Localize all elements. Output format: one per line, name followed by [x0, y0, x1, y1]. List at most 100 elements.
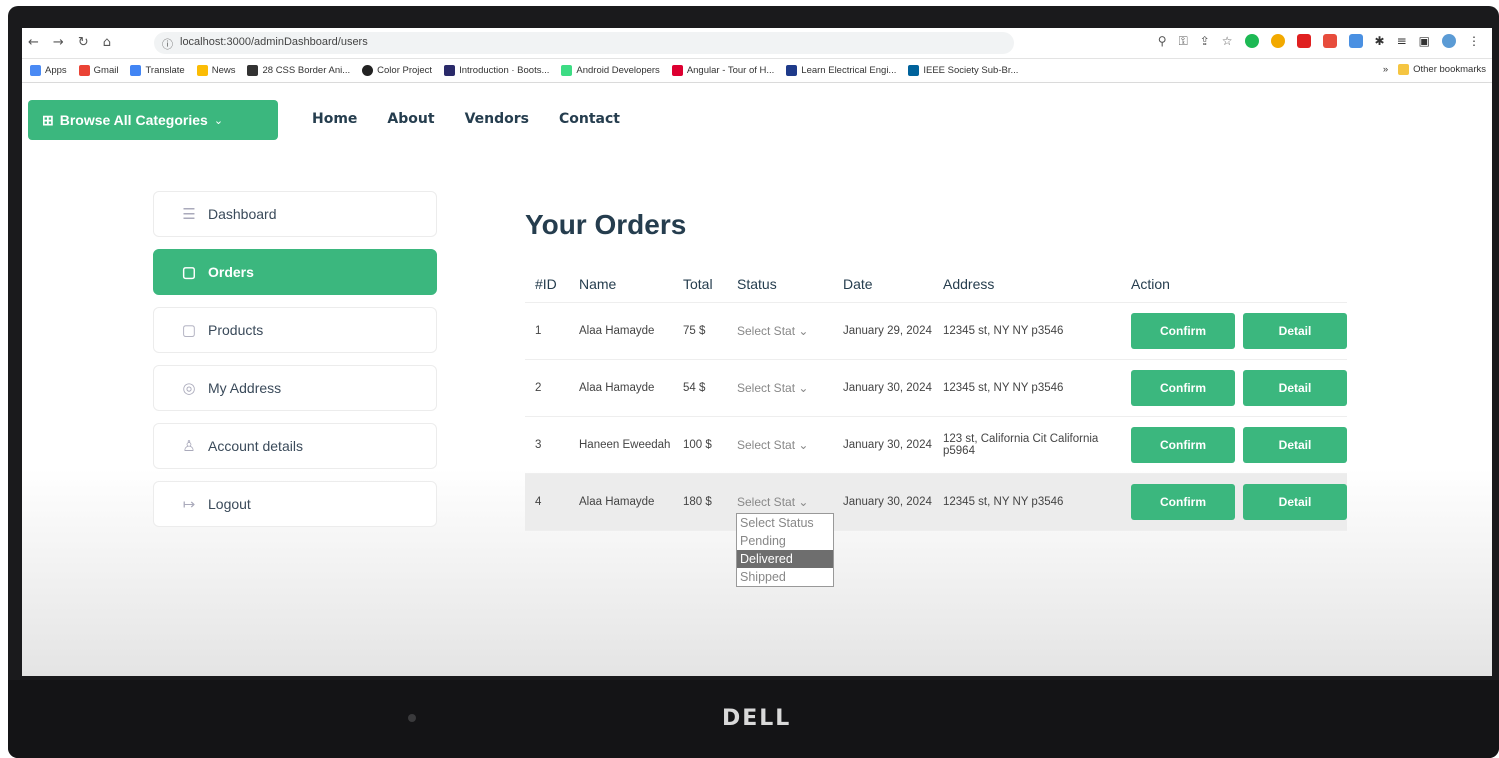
status-dropdown-list: Select Status Pending Delivered Shipped: [736, 513, 834, 587]
order-id: 4: [525, 473, 569, 531]
sliders-icon: ☰: [182, 206, 196, 223]
extension-icon[interactable]: [1322, 34, 1337, 48]
order-actions: Confirm Detail: [1121, 359, 1347, 417]
key-icon[interactable]: ⚿: [1179, 34, 1188, 49]
sidebar-item-account-details[interactable]: ♙ Account details: [153, 423, 437, 469]
page-title: Your Orders: [525, 209, 687, 240]
url-text: localhost:3000/adminDashboard/users: [180, 36, 368, 48]
bookmark-ieee[interactable]: IEEE Society Sub-Br...: [908, 65, 1018, 76]
apps-grid-icon: [30, 65, 41, 76]
order-address: 12345 st, NY NY p3546: [933, 302, 1121, 360]
bookmark-gmail[interactable]: Gmail: [78, 65, 118, 76]
status-option[interactable]: Shipped: [737, 568, 833, 586]
extension-icon[interactable]: [1348, 34, 1363, 48]
order-name: Alaa Hamayde: [569, 302, 673, 360]
bookmarks-overflow-button[interactable]: »: [1383, 64, 1388, 75]
order-address: 12345 st, NY NY p3546: [933, 473, 1121, 531]
detail-button[interactable]: Detail: [1243, 369, 1347, 406]
order-total: 100 $: [673, 416, 727, 474]
confirm-button[interactable]: Confirm: [1131, 426, 1235, 463]
order-date: January 30, 2024: [833, 473, 933, 531]
reload-icon[interactable]: ↻: [78, 35, 89, 50]
bookmark-angular[interactable]: Angular - Tour of H...: [671, 65, 774, 76]
chevron-down-icon: ⌄: [795, 437, 809, 452]
chevron-down-icon: ⌄: [213, 114, 224, 127]
column-header-id: #ID: [525, 266, 569, 303]
sidebar-item-products[interactable]: ▢ Products: [153, 307, 437, 353]
status-select[interactable]: Select Stat ⌄: [727, 359, 833, 417]
table-row: 4 Alaa Hamayde 180 $ Select Stat ⌄ Janua…: [525, 473, 1347, 531]
news-icon: [196, 65, 208, 76]
playlist-icon[interactable]: ≡: [1397, 34, 1407, 49]
sidebar-item-logout[interactable]: ↦ Logout: [153, 481, 437, 527]
extension-icon[interactable]: [1270, 34, 1285, 48]
other-bookmarks[interactable]: Other bookmarks: [1398, 64, 1486, 75]
sidebar-item-orders[interactable]: ▢ Orders: [153, 249, 437, 295]
table-row: 3 Haneen Eweedah 100 $ Select Stat ⌄ Jan…: [525, 416, 1347, 474]
bezel-dot: [408, 714, 416, 722]
sidebar-item-my-address[interactable]: ◎ My Address: [153, 365, 437, 411]
bookmark-color-project[interactable]: Color Project: [362, 65, 432, 76]
bookmark-translate[interactable]: Translate: [130, 65, 185, 76]
status-select[interactable]: Select Stat ⌄: [727, 416, 833, 474]
column-header-status: Status: [727, 266, 833, 303]
back-icon[interactable]: ←: [28, 35, 39, 50]
extension-icon[interactable]: [1296, 34, 1311, 48]
puzzle-icon[interactable]: ✱: [1375, 34, 1385, 49]
detail-button[interactable]: Detail: [1243, 312, 1347, 349]
address-bar[interactable]: ⓘ localhost:3000/adminDashboard/users: [154, 32, 1014, 54]
bookmark-electrical[interactable]: Learn Electrical Engi...: [786, 65, 896, 76]
monitor-logo: DELL: [722, 706, 792, 731]
table-header-row: #ID Name Total Status Date Address Actio…: [525, 266, 1347, 303]
chevron-down-icon: ⌄: [795, 494, 809, 509]
bookmark-news[interactable]: News: [196, 65, 235, 76]
bookmark-bootstrap[interactable]: Introduction · Boots...: [444, 65, 549, 76]
star-icon[interactable]: ☆: [1222, 34, 1233, 49]
bookmark-css-border[interactable]: 28 CSS Border Ani...: [247, 65, 350, 76]
confirm-button[interactable]: Confirm: [1131, 483, 1235, 520]
bookmark-icon: [786, 65, 798, 76]
orders-table: #ID Name Total Status Date Address Actio…: [525, 266, 1347, 531]
status-option[interactable]: Select Status: [737, 514, 833, 532]
order-actions: Confirm Detail: [1121, 416, 1347, 474]
nav-contact[interactable]: Contact: [559, 111, 620, 127]
confirm-button[interactable]: Confirm: [1131, 312, 1235, 349]
profile-avatar[interactable]: [1442, 34, 1456, 48]
home-icon[interactable]: ⌂: [103, 35, 111, 50]
confirm-button[interactable]: Confirm: [1131, 369, 1235, 406]
order-name: Haneen Eweedah: [569, 416, 673, 474]
location-icon[interactable]: ⚲: [1158, 34, 1167, 49]
angular-icon: [671, 65, 683, 76]
detail-button[interactable]: Detail: [1243, 426, 1347, 463]
status-option[interactable]: Pending: [737, 532, 833, 550]
forward-icon[interactable]: →: [53, 35, 64, 50]
bookmark-apps[interactable]: Apps: [30, 65, 67, 76]
column-header-address: Address: [933, 266, 1121, 303]
bookmark-android[interactable]: Android Developers: [561, 65, 660, 76]
nav-home[interactable]: Home: [312, 111, 357, 127]
column-header-total: Total: [673, 266, 727, 303]
info-icon[interactable]: ⓘ: [162, 36, 173, 52]
share-icon[interactable]: ⇪: [1200, 34, 1210, 49]
extensions-area: ⚲ ⚿ ⇪ ☆ ✱ ≡ ▣ ⋮: [1158, 34, 1480, 49]
order-address: 12345 st, NY NY p3546: [933, 359, 1121, 417]
main-nav: Home About Vendors Contact: [312, 111, 620, 127]
site-header: ⊞ Browse All Categories ⌄ Home About Ven…: [22, 83, 1492, 157]
extension-icon[interactable]: [1244, 34, 1259, 48]
nav-about[interactable]: About: [387, 111, 434, 127]
detail-button[interactable]: Detail: [1243, 483, 1347, 520]
nav-vendors[interactable]: Vendors: [465, 111, 529, 127]
order-id: 3: [525, 416, 569, 474]
sidebar-item-dashboard[interactable]: ☰ Dashboard: [153, 191, 437, 237]
menu-icon[interactable]: ⋮: [1468, 34, 1480, 49]
order-total: 54 $: [673, 359, 727, 417]
location-pin-icon: ◎: [182, 380, 196, 397]
column-header-action: Action: [1121, 266, 1347, 303]
browse-categories-button[interactable]: ⊞ Browse All Categories ⌄: [28, 100, 278, 140]
status-select[interactable]: Select Stat ⌄: [727, 302, 833, 360]
order-actions: Confirm Detail: [1121, 473, 1347, 531]
order-date: January 29, 2024: [833, 302, 933, 360]
order-date: January 30, 2024: [833, 416, 933, 474]
status-option-highlighted[interactable]: Delivered: [737, 550, 833, 568]
sidepanel-icon[interactable]: ▣: [1419, 34, 1430, 49]
